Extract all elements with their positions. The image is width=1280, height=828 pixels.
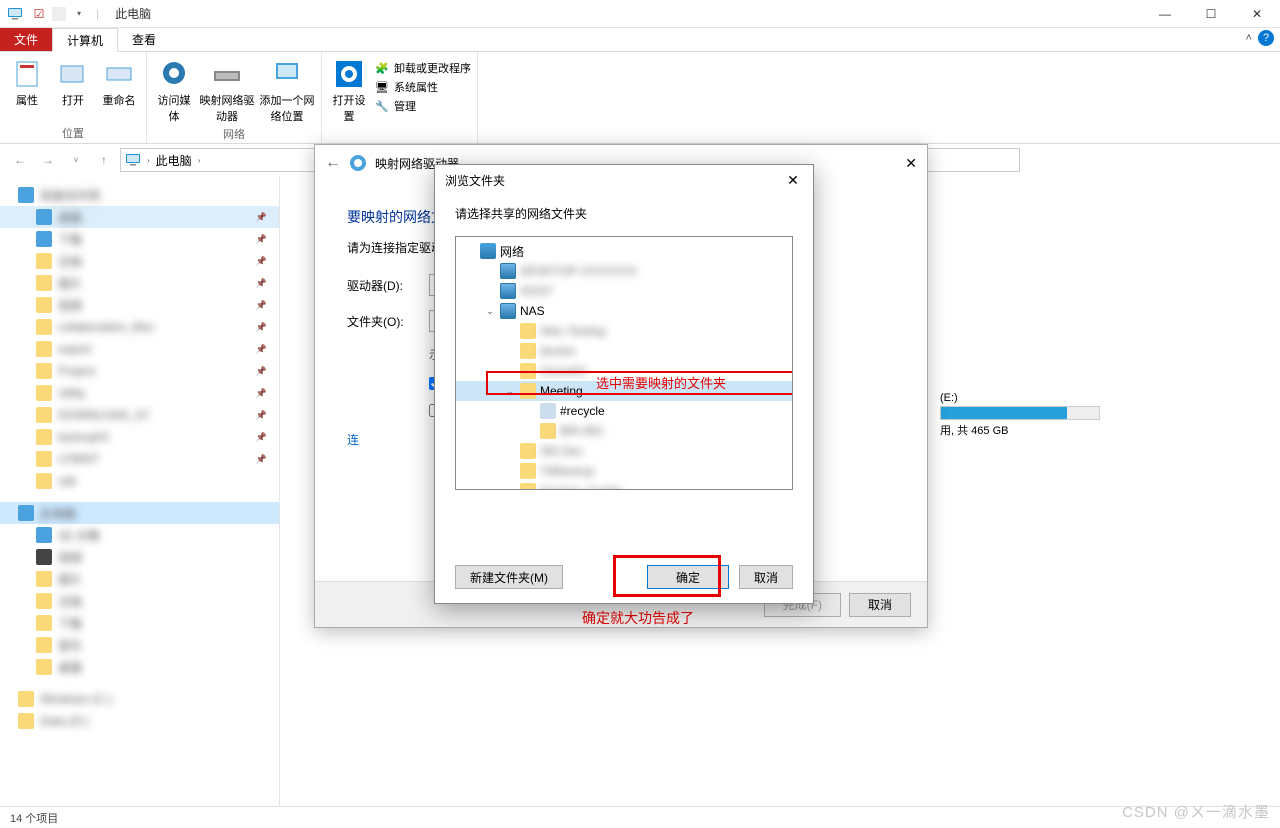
nav-item[interactable]: utility xyxy=(0,382,279,404)
tree-node[interactable]: BRI-991 xyxy=(456,421,792,441)
pc-icon xyxy=(125,152,141,168)
wizard-back-icon[interactable]: ← xyxy=(325,154,341,172)
nav-item[interactable]: Data (D:) xyxy=(0,710,279,732)
browse-message: 请选择共享的网络文件夹 xyxy=(435,195,813,236)
folder-label: 文件夹(O): xyxy=(347,313,419,330)
tab-file[interactable]: 文件 xyxy=(0,28,52,51)
status-bar: 14 个项目 xyxy=(0,806,1280,828)
ok-button[interactable]: 确定 xyxy=(647,565,729,589)
drive-usage-text: 用, 共 465 GB xyxy=(940,422,1100,438)
group-location-label: 位置 xyxy=(6,123,140,143)
nav-item[interactable]: Project xyxy=(0,360,279,382)
chevron-right-icon: › xyxy=(147,156,150,165)
nav-item[interactable]: 图片 xyxy=(0,568,279,590)
nav-recent-icon[interactable]: ˅ xyxy=(64,148,88,172)
tab-view[interactable]: 查看 xyxy=(118,28,170,51)
drive-label: 驱动器(D): xyxy=(347,277,419,294)
nav-item-this-pc[interactable]: 此电脑 xyxy=(0,502,279,524)
nav-item[interactable]: 音乐 xyxy=(0,634,279,656)
drive-usage-bar xyxy=(940,406,1100,420)
nav-item[interactable]: 下载 xyxy=(0,228,279,250)
tree-node[interactable]: DESKTOP-XXXXXXX xyxy=(456,261,792,281)
minimize-button[interactable]: — xyxy=(1142,0,1188,28)
group-network-label: 网络 xyxy=(153,124,315,144)
tree-node[interactable]: SELSec xyxy=(456,441,792,461)
nav-item[interactable]: 3D 对象 xyxy=(0,524,279,546)
access-media-button[interactable]: 访问媒体 xyxy=(153,58,195,124)
rename-button[interactable]: 重命名 xyxy=(98,58,140,108)
group-system-label xyxy=(328,127,471,143)
browse-cancel-button[interactable]: 取消 xyxy=(739,565,793,589)
nav-item[interactable]: LFBINT xyxy=(0,448,279,470)
nav-item[interactable]: xdir xyxy=(0,470,279,492)
item-count: 14 个项目 xyxy=(10,810,58,826)
system-properties-button[interactable]: 🖥系统属性 xyxy=(374,79,471,95)
browse-folder-dialog: 浏览文件夹 ✕ 请选择共享的网络文件夹 网络 DESKTOP-XXXXXXX H… xyxy=(434,164,814,604)
wizard-close-icon[interactable]: ✕ xyxy=(905,155,917,172)
tree-node-recycle[interactable]: #recycle xyxy=(456,401,792,421)
new-folder-button[interactable]: 新建文件夹(M) xyxy=(455,565,563,589)
nav-item[interactable]: 桌面 xyxy=(0,656,279,678)
tree-node[interactable]: docker xyxy=(456,341,792,361)
open-settings-button[interactable]: 打开设置 xyxy=(328,58,370,124)
tree-node[interactable]: HOST xyxy=(456,281,792,301)
annotation-text: 确定就大功告成了 xyxy=(582,608,694,628)
properties-button[interactable]: 属性 xyxy=(6,58,48,108)
qat-item-icon[interactable] xyxy=(52,7,66,21)
nav-item[interactable]: DOWNLOAD_A7 xyxy=(0,404,279,426)
ribbon-tabs: 文件 计算机 查看 ˄ ? xyxy=(0,28,1280,52)
nav-up-icon[interactable]: ↑ xyxy=(92,148,116,172)
tree-node[interactable]: Attic-Testing xyxy=(456,321,792,341)
tree-node[interactable]: System_Config xyxy=(456,481,792,490)
add-network-location-button[interactable]: 添加一个网络位置 xyxy=(259,58,315,124)
cancel-button[interactable]: 取消 xyxy=(849,593,911,617)
nav-item[interactable]: 视频 xyxy=(0,294,279,316)
wizard-icon xyxy=(349,154,367,172)
drive-info: (E:) 用, 共 465 GB xyxy=(940,392,1100,438)
folder-tree[interactable]: 网络 DESKTOP-XXXXXXX HOST ⌄NAS Attic-Testi… xyxy=(455,236,793,490)
map-drive-button[interactable]: 映射网络驱动器 xyxy=(199,58,255,124)
navigation-pane: 快速访问项 桌面 下载 文档 图片 视频 collaboration_files… xyxy=(0,176,280,806)
nav-item[interactable]: 图片 xyxy=(0,272,279,294)
nav-item[interactable]: 快速访问项 xyxy=(0,184,279,206)
nav-item[interactable]: 视频 xyxy=(0,546,279,568)
nav-item[interactable]: 下载 xyxy=(0,612,279,634)
qat-dropdown-icon[interactable]: ▾ xyxy=(68,3,90,25)
help-icon[interactable]: ? xyxy=(1258,30,1274,46)
browse-title: 浏览文件夹 xyxy=(445,172,505,189)
manage-button[interactable]: 🔧管理 xyxy=(374,98,471,114)
app-icon xyxy=(4,3,26,25)
nav-item[interactable]: collaboration_files xyxy=(0,316,279,338)
close-button[interactable]: ✕ xyxy=(1234,0,1280,28)
tree-node[interactable]: TbBackup xyxy=(456,461,792,481)
tree-node-meeting[interactable]: ⌄Meeting xyxy=(456,381,792,401)
chevron-right-icon: › xyxy=(198,156,201,165)
nav-back-icon[interactable]: ← xyxy=(8,148,32,172)
nav-item[interactable]: export xyxy=(0,338,279,360)
tree-node-network[interactable]: 网络 xyxy=(456,241,792,261)
nav-item[interactable]: 文档 xyxy=(0,250,279,272)
uninstall-programs-button[interactable]: 🧩卸载或更改程序 xyxy=(374,60,471,76)
tree-node-nas[interactable]: ⌄NAS xyxy=(456,301,792,321)
nav-item[interactable]: 文档 xyxy=(0,590,279,612)
title-bar: ☑ ▾ | 此电脑 — ☐ ✕ xyxy=(0,0,1280,28)
qat-checkbox-icon[interactable]: ☑ xyxy=(28,3,50,25)
maximize-button[interactable]: ☐ xyxy=(1188,0,1234,28)
ribbon-collapse-icon[interactable]: ˄ xyxy=(1246,32,1252,44)
ribbon: 属性 打开 重命名 位置 访问媒体 映射网络驱动器 添加一个网络位置 网络 打开… xyxy=(0,52,1280,144)
separator: | xyxy=(96,7,99,21)
window-title: 此电脑 xyxy=(115,5,151,22)
tree-node[interactable]: HomeKit xyxy=(456,361,792,381)
browse-close-icon[interactable]: ✕ xyxy=(783,170,803,190)
nav-item[interactable]: Windows (C:) xyxy=(0,688,279,710)
nav-forward-icon[interactable]: → xyxy=(36,148,60,172)
breadcrumb-item[interactable]: 此电脑 xyxy=(156,152,192,169)
quick-access-toolbar: ☑ ▾ | xyxy=(0,3,107,25)
tab-computer[interactable]: 计算机 xyxy=(52,28,118,52)
nav-item[interactable]: backup01 xyxy=(0,426,279,448)
drive-label: (E:) xyxy=(940,392,1100,404)
nav-item[interactable]: 桌面 xyxy=(0,206,279,228)
open-button[interactable]: 打开 xyxy=(52,58,94,108)
